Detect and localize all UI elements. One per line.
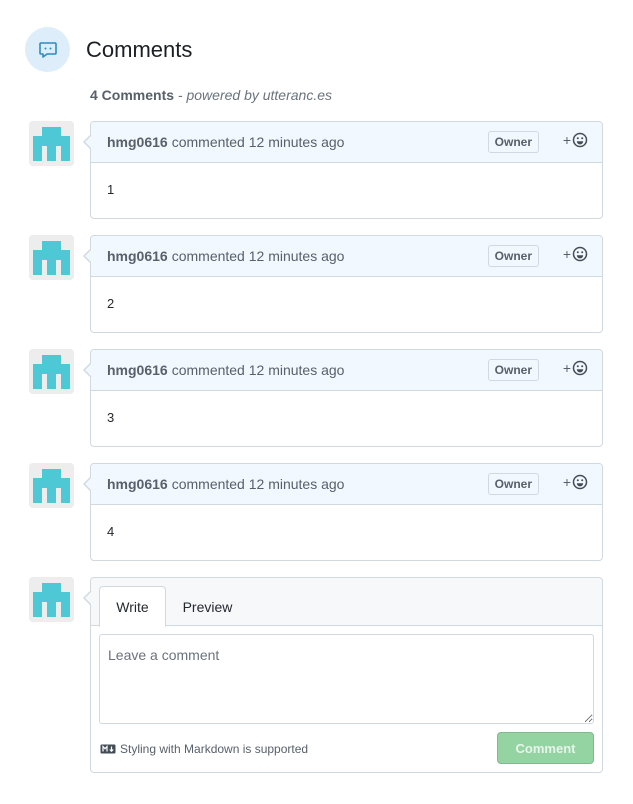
comment-timestamp[interactable]: commented 12 minutes ago (172, 134, 345, 150)
comment-header: hmg0616 commented 12 minutes ago Owner + (91, 350, 602, 391)
owner-badge: Owner (487, 359, 539, 381)
comment-header: hmg0616 commented 12 minutes ago Owner + (91, 236, 602, 277)
comment-body: 3 (107, 410, 115, 425)
avatar[interactable] (29, 463, 74, 508)
markdown-note-text[interactable]: Styling with Markdown is supported (120, 742, 308, 756)
comment-body: 1 (107, 182, 115, 197)
add-reaction-button[interactable]: + (563, 360, 588, 376)
comment-count: 4 Comments - powered by utteranc.es (90, 87, 332, 103)
add-reaction-button[interactable]: + (563, 246, 588, 262)
comment-author[interactable]: hmg0616 (107, 362, 168, 378)
comment-author[interactable]: hmg0616 (107, 134, 168, 150)
tab-write[interactable]: Write (99, 586, 166, 627)
current-user-avatar[interactable] (29, 577, 74, 622)
tab-preview[interactable]: Preview (171, 586, 244, 627)
new-comment-form: Write Preview Styling with Markdown is s… (83, 577, 603, 773)
avatar[interactable] (29, 235, 74, 280)
avatar[interactable] (29, 349, 74, 394)
comment-textarea[interactable] (99, 634, 594, 724)
smiley-icon (572, 132, 588, 148)
comments-section-header: Comments (25, 27, 192, 72)
submit-comment-button[interactable]: Comment (497, 732, 594, 764)
reaction-plus: + (562, 132, 571, 148)
powered-by-text: - powered by utteranc.es (174, 87, 333, 103)
comment-timestamp[interactable]: commented 12 minutes ago (172, 248, 345, 264)
page-title: Comments (86, 36, 193, 62)
avatar[interactable] (29, 121, 74, 166)
comment-header: hmg0616 commented 12 minutes ago Owner + (91, 464, 602, 505)
add-reaction-button[interactable]: + (563, 132, 588, 148)
editor-tab-bar: Write Preview (91, 578, 602, 627)
comment-timestamp[interactable]: commented 12 minutes ago (172, 476, 345, 492)
smiley-icon (572, 360, 588, 376)
smiley-icon (572, 474, 588, 490)
comment: hmg0616 commented 12 minutes ago Owner +… (83, 349, 603, 447)
comment-author[interactable]: hmg0616 (107, 476, 168, 492)
reaction-plus: + (562, 360, 571, 376)
comment-icon (25, 27, 70, 72)
add-reaction-button[interactable]: + (563, 474, 588, 490)
owner-badge: Owner (487, 473, 539, 495)
reaction-plus: + (562, 474, 571, 490)
comment-body: 4 (107, 524, 115, 539)
comment-header: hmg0616 commented 12 minutes ago Owner + (91, 122, 602, 163)
reaction-plus: + (562, 246, 571, 262)
comment: hmg0616 commented 12 minutes ago Owner +… (83, 235, 603, 333)
owner-badge: Owner (487, 245, 539, 267)
comment-body: 2 (107, 296, 115, 311)
markdown-note: Styling with Markdown is supported (100, 742, 308, 756)
comment-timestamp[interactable]: commented 12 minutes ago (172, 362, 345, 378)
comment-author[interactable]: hmg0616 (107, 248, 168, 264)
comment: hmg0616 commented 12 minutes ago Owner +… (83, 463, 603, 561)
markdown-icon (100, 744, 116, 754)
smiley-icon (572, 246, 588, 262)
comment: hmg0616 commented 12 minutes ago Owner +… (83, 121, 603, 219)
owner-badge: Owner (487, 131, 539, 153)
comment-count-text: 4 Comments (90, 87, 175, 103)
